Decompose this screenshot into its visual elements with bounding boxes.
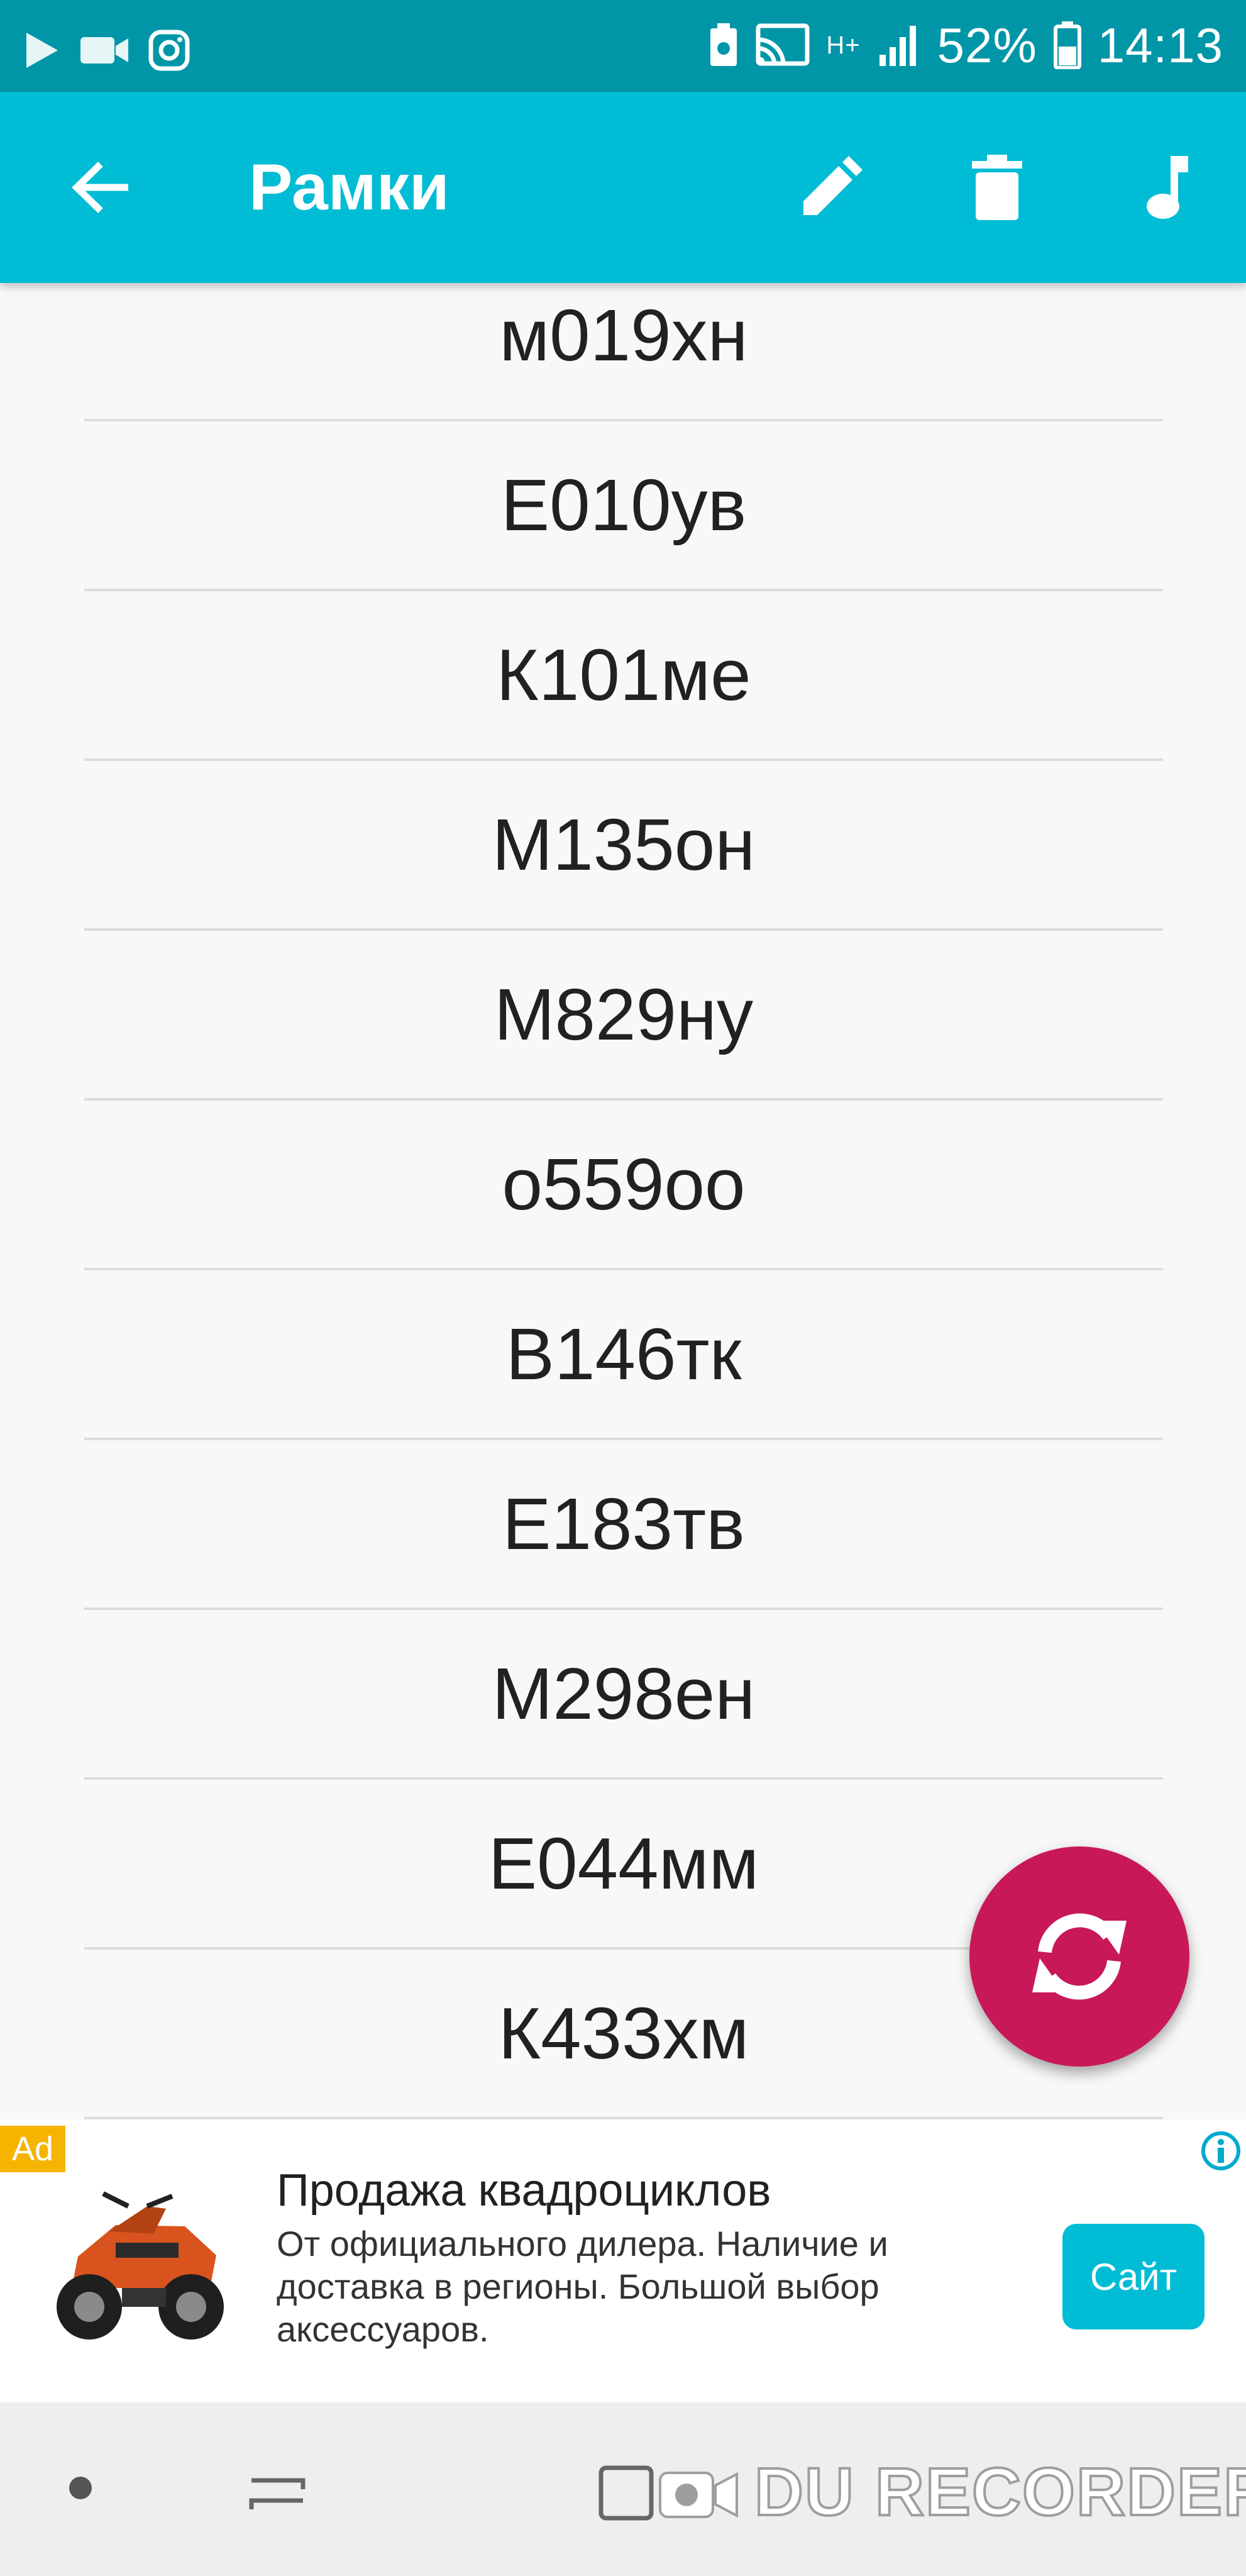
ad-description: От официального дилера. Наличие и достав… [277, 2224, 888, 2349]
music-icon [1147, 156, 1188, 219]
video-camera-icon [79, 19, 130, 82]
recorder-camera-icon [659, 2472, 738, 2518]
list-item[interactable]: о559оо [84, 1101, 1163, 1270]
battery-saver-icon [708, 14, 739, 77]
list-item[interactable]: М135он [84, 761, 1163, 931]
recorder-watermark: DU RECORDER [753, 2452, 1246, 2531]
signal-icon [877, 14, 921, 77]
edit-button[interactable] [787, 143, 875, 231]
list-item[interactable]: м019хн [84, 283, 1163, 421]
plate-list[interactable]: м019хн Е010ув К101ме М135он М829ну о559о… [0, 283, 1246, 2119]
back-icon [72, 162, 128, 213]
play-icon [23, 19, 60, 82]
clock: 14:13 [1097, 18, 1223, 73]
refresh-button[interactable] [969, 1846, 1189, 2067]
instagram-icon [148, 19, 190, 82]
atv-image[interactable] [40, 2181, 235, 2357]
list-item[interactable]: Е183тв [84, 1440, 1163, 1610]
home-dot-icon[interactable] [69, 2477, 92, 2499]
ad-banner[interactable]: Ad Продажа квадроциклов От официального … [0, 2119, 1246, 2402]
status-bar: H+ 52% 14:13 [0, 0, 1246, 92]
list-item[interactable]: М298ен [84, 1610, 1163, 1780]
delete-button[interactable] [953, 143, 1041, 231]
cast-icon [756, 14, 810, 77]
back-button[interactable] [57, 143, 145, 231]
navigation-bar: DU RECORDER [0, 2402, 1246, 2576]
list-item[interactable]: Е010ув [84, 421, 1163, 591]
battery-icon [1053, 14, 1081, 77]
edit-icon [803, 156, 863, 215]
network-type: H+ [826, 31, 861, 59]
music-button[interactable] [1120, 143, 1208, 231]
list-item[interactable]: М829ну [84, 931, 1163, 1101]
ad-title[interactable]: Продажа квадроциклов [277, 2162, 771, 2219]
ad-site-button[interactable]: Сайт [1062, 2224, 1205, 2329]
delete-icon [972, 155, 1022, 220]
refresh-icon [1032, 1913, 1127, 2000]
square-nav-icon[interactable] [595, 2460, 664, 2529]
page-title: Рамки [249, 151, 449, 224]
recent-apps-icon[interactable] [243, 2457, 312, 2526]
app-bar: Рамки [0, 92, 1246, 283]
ad-badge: Ad [0, 2126, 65, 2172]
list-item[interactable]: К101ме [84, 591, 1163, 761]
list-item[interactable]: В146тк [84, 1270, 1163, 1440]
info-icon[interactable] [1196, 2126, 1246, 2176]
battery-percent: 52% [937, 18, 1037, 73]
